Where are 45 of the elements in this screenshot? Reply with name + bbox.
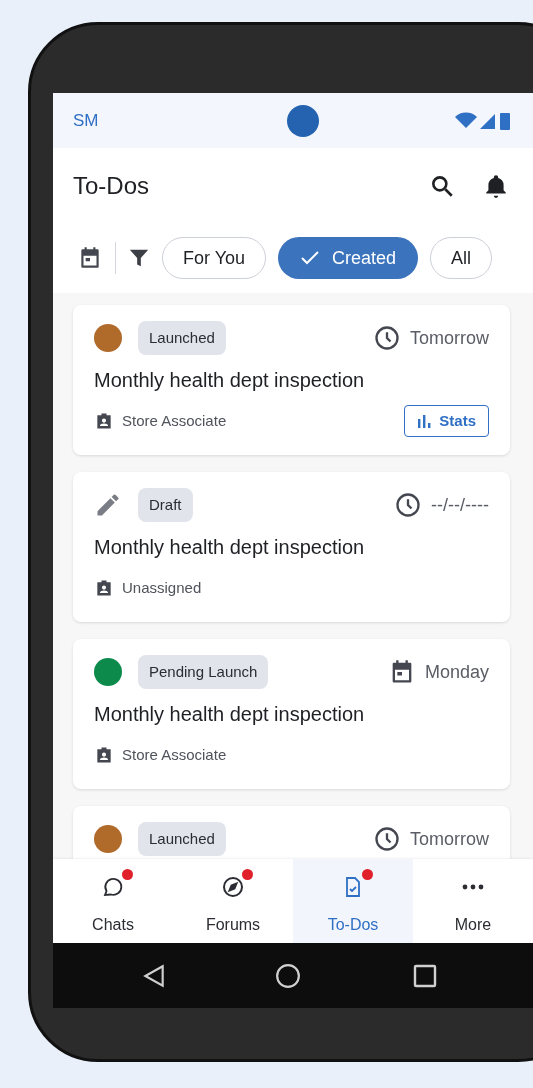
- assignee: Unassigned: [122, 577, 202, 598]
- todo-card[interactable]: Launched Tomorrow Monthly health dept inspection Store Associate Stats: [73, 305, 510, 455]
- id-badge-icon: [94, 411, 114, 431]
- status-tag: Draft: [138, 487, 193, 523]
- todo-card[interactable]: Draft --/--/---- Monthly health dept inspection Unassigned: [73, 472, 510, 622]
- status-tag: Launched: [138, 821, 226, 857]
- page-title: To-Dos: [73, 170, 150, 201]
- checkmark-icon: [300, 250, 321, 266]
- carrier-label: SM: [73, 109, 99, 132]
- clock-icon: [394, 491, 423, 519]
- filter-icon[interactable]: [128, 247, 150, 269]
- clock-icon: [373, 825, 401, 853]
- filter-chip[interactable]: For You: [162, 237, 267, 279]
- more-icon: [462, 884, 484, 890]
- chat-bubble-icon: [101, 875, 125, 899]
- filter-chip[interactable]: All: [430, 237, 493, 279]
- nav-tab[interactable]: To-Dos: [293, 859, 413, 943]
- overview-square-icon[interactable]: [413, 963, 437, 988]
- compass-icon: [221, 875, 245, 899]
- due-date: Tomorrow: [410, 326, 489, 350]
- notification-bell-icon[interactable]: [483, 172, 509, 199]
- home-circle-icon[interactable]: [275, 962, 301, 989]
- status-tag: Launched: [138, 320, 226, 356]
- due-date: Monday: [424, 660, 489, 684]
- clock-icon: [373, 324, 401, 352]
- due-date: --/--/----: [431, 493, 489, 517]
- nav-tab[interactable]: Chats: [53, 859, 173, 943]
- filter-chip[interactable]: Created: [278, 237, 419, 279]
- back-triangle-icon[interactable]: [141, 962, 167, 989]
- signal-icons: [455, 110, 513, 131]
- todo-title: Monthly health dept inspection: [94, 535, 366, 560]
- todo-card[interactable]: Pending Launch Monday Monthly health dept inspection Store Associate: [73, 639, 510, 789]
- nav-tab[interactable]: More: [413, 859, 533, 943]
- due-date: Tomorrow: [410, 827, 489, 851]
- status-tag: Pending Launch: [138, 654, 269, 690]
- stats-button[interactable]: Stats: [404, 405, 489, 437]
- todo-title: Monthly health dept inspection: [94, 368, 366, 393]
- assignee: Store Associate: [122, 744, 227, 765]
- assignee: Store Associate: [122, 410, 227, 431]
- nav-tab[interactable]: Forums: [173, 859, 293, 943]
- todo-card[interactable]: Launched Tomorrow: [73, 806, 510, 859]
- bar-chart-icon: [417, 414, 432, 428]
- id-badge-icon: [94, 578, 114, 598]
- id-badge-icon: [94, 745, 114, 765]
- todo-title: Monthly health dept inspection: [94, 702, 366, 727]
